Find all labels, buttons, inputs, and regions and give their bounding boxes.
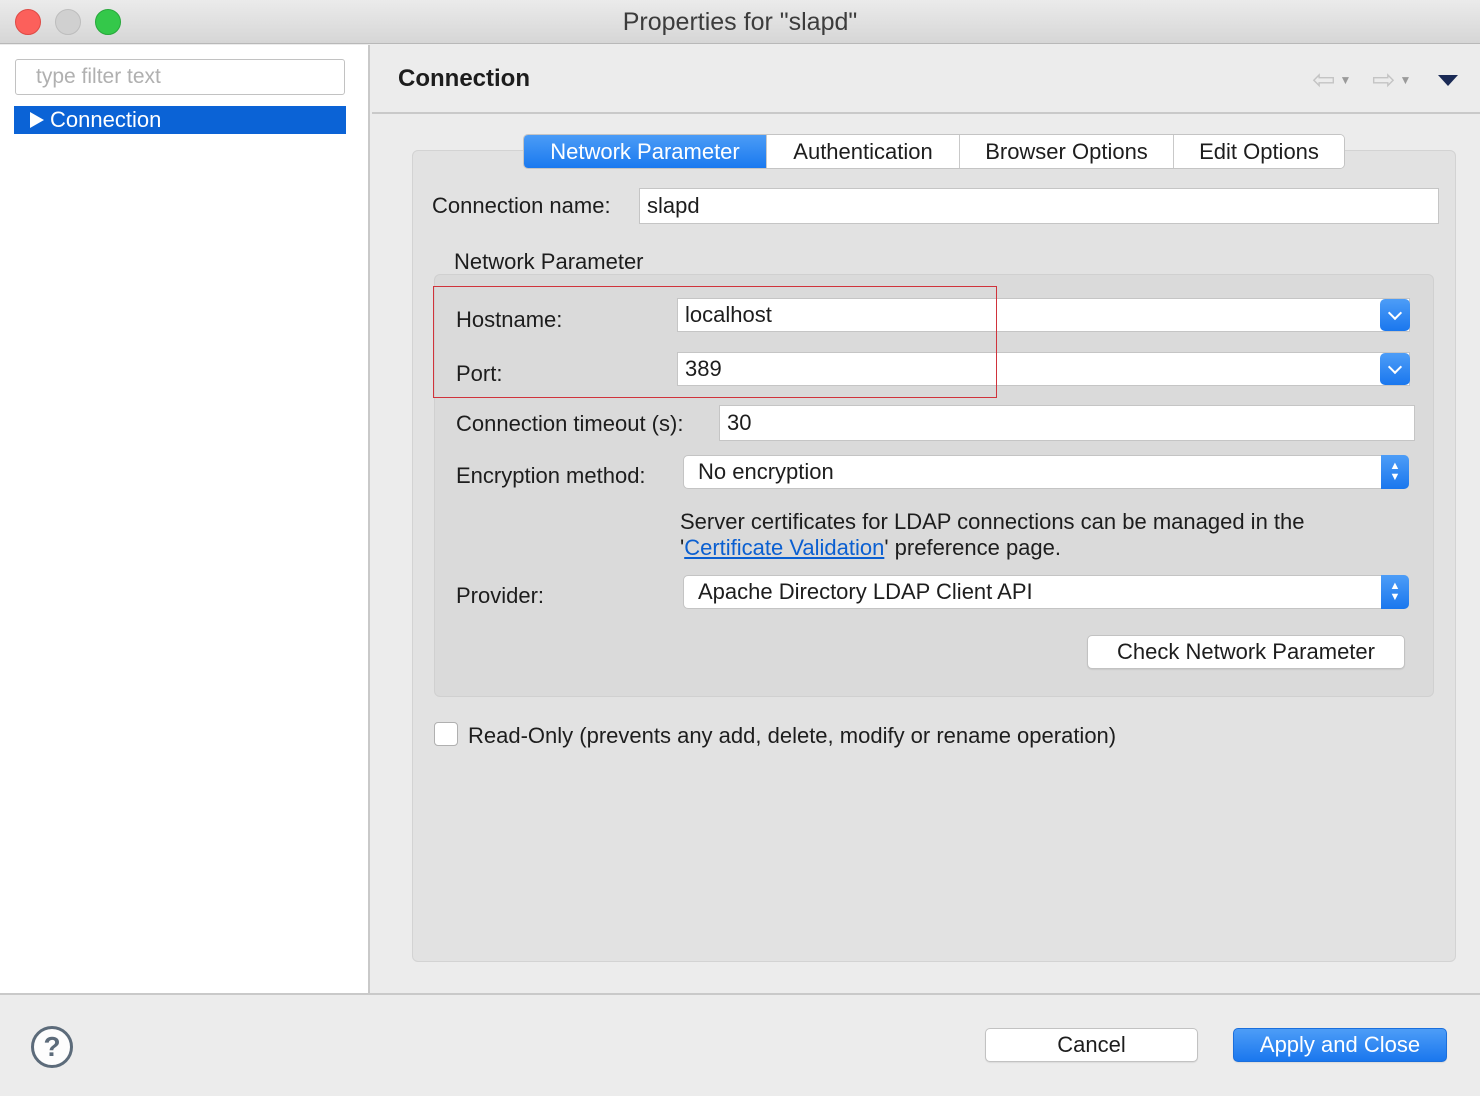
encryption-label: Encryption method: xyxy=(456,463,646,488)
help-icon[interactable]: ? xyxy=(31,1026,73,1068)
tab-browser-options[interactable]: Browser Options xyxy=(960,135,1174,168)
group-title: Network Parameter xyxy=(454,249,644,274)
provider-value: Apache Directory LDAP Client API xyxy=(698,579,1033,604)
timeout-label: Connection timeout (s): xyxy=(456,411,684,436)
tab-authentication[interactable]: Authentication xyxy=(767,135,960,168)
provider-label: Provider: xyxy=(456,583,545,608)
port-dropdown-button[interactable] xyxy=(1380,353,1410,385)
readonly-label: Read-Only (prevents any add, delete, mod… xyxy=(468,723,1117,748)
apply-and-close-button[interactable]: Apply and Close xyxy=(1233,1028,1447,1062)
cancel-button[interactable]: Cancel xyxy=(985,1028,1198,1062)
certificate-validation-link[interactable]: Certificate Validation xyxy=(684,535,884,560)
footer: ? Cancel Apply and Close xyxy=(0,993,1480,1096)
cert-note-suffix: ' preference page. xyxy=(884,535,1061,560)
up-down-arrows-icon: ▲ ▼ xyxy=(1381,575,1409,609)
sidebar-item-connection[interactable]: Connection xyxy=(14,106,346,134)
readonly-checkbox[interactable] xyxy=(434,722,458,746)
timeout-field[interactable]: 30 xyxy=(719,405,1415,441)
back-arrow-icon: ⇦ xyxy=(1312,64,1336,95)
connection-name-label: Connection name: xyxy=(432,193,611,218)
tab-bar: Network Parameter Authentication Browser… xyxy=(523,134,1345,169)
view-menu-icon[interactable] xyxy=(1438,75,1458,86)
encryption-select[interactable]: No encryption ▲ ▼ xyxy=(683,455,1409,489)
forward-button[interactable]: ⇨ ▼ xyxy=(1372,64,1412,95)
up-down-arrows-icon: ▲ ▼ xyxy=(1381,455,1409,489)
page-title: Connection xyxy=(398,65,530,92)
chevron-down-icon xyxy=(1387,305,1403,320)
title-bar: Properties for "slapd" xyxy=(0,0,1480,44)
check-network-parameter-button[interactable]: Check Network Parameter xyxy=(1087,635,1405,669)
provider-select[interactable]: Apache Directory LDAP Client API ▲ ▼ xyxy=(683,575,1409,609)
cert-note-line2: 'Certificate Validation' preference page… xyxy=(680,535,1061,561)
back-button[interactable]: ⇦ ▼ xyxy=(1312,64,1352,95)
chevron-down-icon xyxy=(1387,359,1403,374)
filter-input[interactable] xyxy=(15,59,345,95)
chevron-down-icon: ▼ xyxy=(1399,73,1412,87)
encryption-value: No encryption xyxy=(698,459,834,484)
cert-note-line1: Server certificates for LDAP connections… xyxy=(680,509,1305,534)
connection-name-field[interactable]: slapd xyxy=(639,188,1439,224)
forward-arrow-icon: ⇨ xyxy=(1372,64,1396,95)
window-title: Properties for "slapd" xyxy=(622,8,858,36)
hostname-dropdown-button[interactable] xyxy=(1380,299,1410,331)
chevron-down-icon: ▼ xyxy=(1339,73,1352,87)
sidebar: Connection xyxy=(0,45,370,993)
tab-edit-options[interactable]: Edit Options xyxy=(1174,135,1344,168)
highlight-annotation xyxy=(433,286,997,398)
content-area: Connection ⇦ ▼ ⇨ ▼ Network Parameter Aut… xyxy=(372,45,1480,993)
page-header: Connection ⇦ ▼ ⇨ ▼ xyxy=(372,45,1480,114)
sidebar-item-label: Connection xyxy=(50,107,162,132)
tab-network-parameter[interactable]: Network Parameter xyxy=(524,135,767,168)
tree-expand-icon[interactable] xyxy=(30,112,44,128)
